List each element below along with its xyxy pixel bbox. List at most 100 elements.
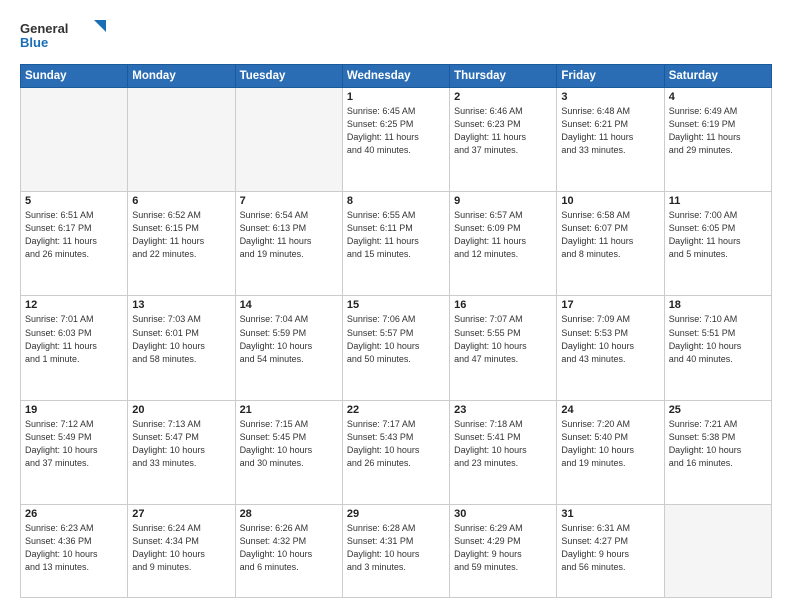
logo-svg: General Blue — [20, 18, 110, 54]
day-number: 27 — [132, 508, 230, 520]
calendar-cell: 11Sunrise: 7:00 AM Sunset: 6:05 PM Dayli… — [664, 192, 771, 296]
day-number: 30 — [454, 508, 552, 520]
calendar-cell: 5Sunrise: 6:51 AM Sunset: 6:17 PM Daylig… — [21, 192, 128, 296]
day-number: 19 — [25, 404, 123, 416]
day-number: 24 — [561, 404, 659, 416]
calendar-cell: 4Sunrise: 6:49 AM Sunset: 6:19 PM Daylig… — [664, 88, 771, 192]
day-number: 28 — [240, 508, 338, 520]
calendar-week-3: 12Sunrise: 7:01 AM Sunset: 6:03 PM Dayli… — [21, 296, 772, 400]
calendar-cell: 20 Sunrise: 7:13 AM Sunset: 5:47 PM Dayli… — [128, 400, 235, 504]
calendar-week-1: 1 Sunrise: 6:45 AM Sunset: 6:25 PM Daylig… — [21, 88, 772, 192]
svg-text:Blue: Blue — [20, 35, 48, 50]
day-info: Sunrise: 7:01 AM Sunset: 6:03 PM Dayligh… — [25, 313, 123, 365]
logo: General Blue — [20, 18, 110, 54]
day-info: Sunrise: 6:23 AM Sunset: 4:36 PM Dayligh… — [25, 522, 123, 574]
calendar-week-2: 5Sunrise: 6:51 AM Sunset: 6:17 PM Daylig… — [21, 192, 772, 296]
day-number: 2 — [454, 91, 552, 103]
svg-text:General: General — [20, 21, 68, 36]
calendar-cell: 9 Sunrise: 6:57 AM Sunset: 6:09 PM Daylig… — [450, 192, 557, 296]
day-number: 22 — [347, 404, 445, 416]
weekday-header-row: SundayMondayTuesdayWednesdayThursdayFrid… — [21, 65, 772, 88]
day-info: Sunrise: 7:21 AM Sunset: 5:38 PM Dayligh… — [669, 418, 767, 470]
calendar-cell: 25 Sunrise: 7:21 AM Sunset: 5:38 PM Dayli… — [664, 400, 771, 504]
day-info: Sunrise: 6:45 AM Sunset: 6:25 PM Dayligh… — [347, 105, 445, 157]
weekday-header-friday: Friday — [557, 65, 664, 88]
calendar-cell — [235, 88, 342, 192]
calendar-cell: 7 Sunrise: 6:54 AM Sunset: 6:13 PM Daylig… — [235, 192, 342, 296]
calendar-cell: 16 Sunrise: 7:07 AM Sunset: 5:55 PM Dayli… — [450, 296, 557, 400]
day-info: Sunrise: 7:15 AM Sunset: 5:45 PM Dayligh… — [240, 418, 338, 470]
calendar-cell: 8Sunrise: 6:55 AM Sunset: 6:11 PM Daylig… — [342, 192, 449, 296]
day-info: Sunrise: 6:54 AM Sunset: 6:13 PM Dayligh… — [240, 209, 338, 261]
day-number: 10 — [561, 195, 659, 207]
calendar-cell — [664, 504, 771, 597]
day-info: Sunrise: 6:48 AM Sunset: 6:21 PM Dayligh… — [561, 105, 659, 157]
calendar-cell: 17 Sunrise: 7:09 AM Sunset: 5:53 PM Dayli… — [557, 296, 664, 400]
day-number: 18 — [669, 299, 767, 311]
day-number: 6 — [132, 195, 230, 207]
day-number: 21 — [240, 404, 338, 416]
day-number: 17 — [561, 299, 659, 311]
day-number: 15 — [347, 299, 445, 311]
calendar-cell: 23 Sunrise: 7:18 AM Sunset: 5:41 PM Dayli… — [450, 400, 557, 504]
calendar-cell: 13 Sunrise: 7:03 AM Sunset: 6:01 PM Dayli… — [128, 296, 235, 400]
day-number: 25 — [669, 404, 767, 416]
day-info: Sunrise: 6:49 AM Sunset: 6:19 PM Dayligh… — [669, 105, 767, 157]
calendar-cell: 29 Sunrise: 6:28 AM Sunset: 4:31 PM Dayli… — [342, 504, 449, 597]
calendar-cell: 1 Sunrise: 6:45 AM Sunset: 6:25 PM Daylig… — [342, 88, 449, 192]
day-number: 9 — [454, 195, 552, 207]
weekday-header-tuesday: Tuesday — [235, 65, 342, 88]
weekday-header-monday: Monday — [128, 65, 235, 88]
day-number: 1 — [347, 91, 445, 103]
day-number: 14 — [240, 299, 338, 311]
calendar-cell: 19 Sunrise: 7:12 AM Sunset: 5:49 PM Dayli… — [21, 400, 128, 504]
calendar-cell: 26 Sunrise: 6:23 AM Sunset: 4:36 PM Dayli… — [21, 504, 128, 597]
calendar-cell: 15Sunrise: 7:06 AM Sunset: 5:57 PM Dayli… — [342, 296, 449, 400]
calendar-cell: 31 Sunrise: 6:31 AM Sunset: 4:27 PM Dayli… — [557, 504, 664, 597]
day-info: Sunrise: 7:07 AM Sunset: 5:55 PM Dayligh… — [454, 313, 552, 365]
weekday-header-saturday: Saturday — [664, 65, 771, 88]
day-info: Sunrise: 7:12 AM Sunset: 5:49 PM Dayligh… — [25, 418, 123, 470]
weekday-header-wednesday: Wednesday — [342, 65, 449, 88]
day-number: 13 — [132, 299, 230, 311]
day-info: Sunrise: 7:00 AM Sunset: 6:05 PM Dayligh… — [669, 209, 767, 261]
day-info: Sunrise: 7:04 AM Sunset: 5:59 PM Dayligh… — [240, 313, 338, 365]
day-number: 8 — [347, 195, 445, 207]
day-info: Sunrise: 6:51 AM Sunset: 6:17 PM Dayligh… — [25, 209, 123, 261]
day-number: 7 — [240, 195, 338, 207]
calendar-cell: 12Sunrise: 7:01 AM Sunset: 6:03 PM Dayli… — [21, 296, 128, 400]
day-info: Sunrise: 6:26 AM Sunset: 4:32 PM Dayligh… — [240, 522, 338, 574]
calendar-cell: 22 Sunrise: 7:17 AM Sunset: 5:43 PM Dayli… — [342, 400, 449, 504]
header: General Blue — [20, 18, 772, 54]
calendar-table: SundayMondayTuesdayWednesdayThursdayFrid… — [20, 64, 772, 598]
day-number: 31 — [561, 508, 659, 520]
day-number: 23 — [454, 404, 552, 416]
calendar-week-4: 19 Sunrise: 7:12 AM Sunset: 5:49 PM Dayli… — [21, 400, 772, 504]
day-info: Sunrise: 6:24 AM Sunset: 4:34 PM Dayligh… — [132, 522, 230, 574]
weekday-header-thursday: Thursday — [450, 65, 557, 88]
calendar-cell — [21, 88, 128, 192]
day-info: Sunrise: 6:31 AM Sunset: 4:27 PM Dayligh… — [561, 522, 659, 574]
day-info: Sunrise: 7:09 AM Sunset: 5:53 PM Dayligh… — [561, 313, 659, 365]
day-info: Sunrise: 7:18 AM Sunset: 5:41 PM Dayligh… — [454, 418, 552, 470]
day-info: Sunrise: 7:03 AM Sunset: 6:01 PM Dayligh… — [132, 313, 230, 365]
calendar-cell: 2 Sunrise: 6:46 AM Sunset: 6:23 PM Daylig… — [450, 88, 557, 192]
day-number: 16 — [454, 299, 552, 311]
day-number: 3 — [561, 91, 659, 103]
day-number: 20 — [132, 404, 230, 416]
day-number: 26 — [25, 508, 123, 520]
day-info: Sunrise: 7:17 AM Sunset: 5:43 PM Dayligh… — [347, 418, 445, 470]
day-info: Sunrise: 6:52 AM Sunset: 6:15 PM Dayligh… — [132, 209, 230, 261]
calendar-cell: 10Sunrise: 6:58 AM Sunset: 6:07 PM Dayli… — [557, 192, 664, 296]
calendar-cell: 28 Sunrise: 6:26 AM Sunset: 4:32 PM Dayli… — [235, 504, 342, 597]
calendar-cell: 6 Sunrise: 6:52 AM Sunset: 6:15 PM Daylig… — [128, 192, 235, 296]
day-info: Sunrise: 6:46 AM Sunset: 6:23 PM Dayligh… — [454, 105, 552, 157]
day-info: Sunrise: 6:28 AM Sunset: 4:31 PM Dayligh… — [347, 522, 445, 574]
calendar-cell: 24Sunrise: 7:20 AM Sunset: 5:40 PM Dayli… — [557, 400, 664, 504]
day-info: Sunrise: 7:13 AM Sunset: 5:47 PM Dayligh… — [132, 418, 230, 470]
calendar-week-5: 26 Sunrise: 6:23 AM Sunset: 4:36 PM Dayli… — [21, 504, 772, 597]
day-number: 29 — [347, 508, 445, 520]
calendar-cell: 18Sunrise: 7:10 AM Sunset: 5:51 PM Dayli… — [664, 296, 771, 400]
day-info: Sunrise: 6:57 AM Sunset: 6:09 PM Dayligh… — [454, 209, 552, 261]
calendar-cell: 21 Sunrise: 7:15 AM Sunset: 5:45 PM Dayli… — [235, 400, 342, 504]
